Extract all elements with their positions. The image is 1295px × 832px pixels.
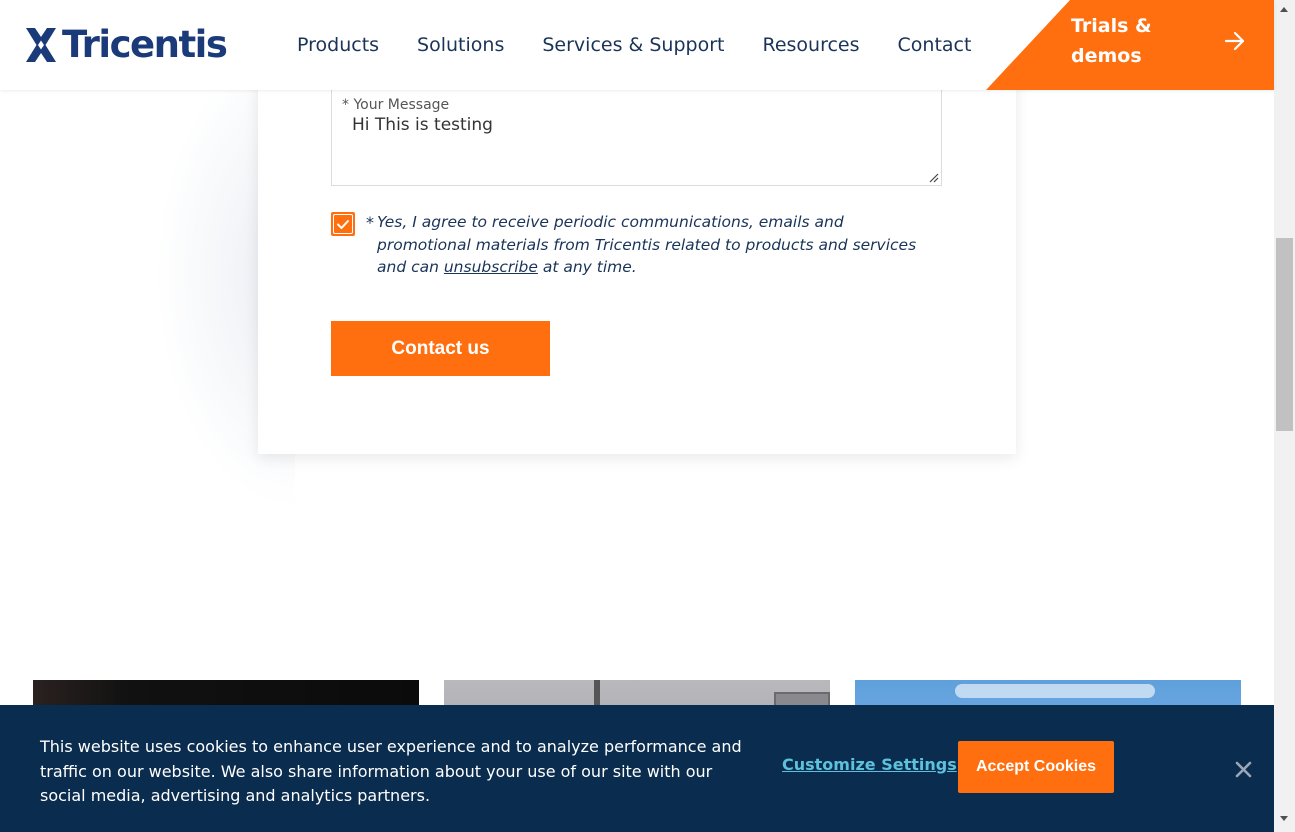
- resize-grip-icon[interactable]: [929, 173, 939, 183]
- logo-wordmark: Tricentis: [62, 23, 228, 66]
- message-label-text: Your Message: [353, 97, 450, 113]
- image-detail: [955, 684, 1155, 698]
- main-nav: Products Solutions Services & Support Re…: [297, 30, 1009, 60]
- cookie-banner: This website uses cookies to enhance use…: [0, 705, 1274, 832]
- consent-text-after: at any time.: [537, 258, 637, 276]
- nav-item-resources[interactable]: Resources: [762, 30, 859, 60]
- consent-text: Yes, I agree to receive periodic communi…: [377, 211, 937, 279]
- cookie-banner-text: This website uses cookies to enhance use…: [40, 737, 742, 805]
- consent-required-mark: *: [366, 213, 374, 232]
- nav-item-contact[interactable]: Contact: [898, 30, 972, 60]
- close-icon[interactable]: [1235, 761, 1252, 778]
- page-scrollbar[interactable]: [1274, 0, 1295, 832]
- trials-demos-label: Trials & demos: [1071, 15, 1152, 67]
- checkmark-icon: [337, 220, 349, 229]
- nav-item-products[interactable]: Products: [297, 30, 379, 60]
- tricentis-logo-mark-icon: [26, 28, 56, 62]
- tricentis-logo[interactable]: Tricentis: [24, 23, 228, 66]
- arrow-right-icon: [1224, 31, 1245, 51]
- contact-us-button[interactable]: Contact us: [331, 321, 550, 376]
- message-label: * Your Message: [342, 97, 449, 113]
- accept-cookies-button[interactable]: Accept Cookies: [958, 741, 1114, 793]
- customize-settings-link[interactable]: Customize Settings: [782, 755, 957, 774]
- nav-item-solutions[interactable]: Solutions: [417, 30, 504, 60]
- scrollbar-thumb[interactable]: [1276, 238, 1293, 431]
- scroll-down-arrow-icon[interactable]: [1280, 816, 1288, 821]
- trials-demos-button[interactable]: Trials & demos: [986, 0, 1274, 90]
- nav-item-services-support[interactable]: Services & Support: [542, 30, 724, 60]
- required-mark: *: [342, 97, 349, 113]
- scroll-up-arrow-icon[interactable]: [1280, 7, 1288, 12]
- unsubscribe-link[interactable]: unsubscribe: [444, 258, 538, 276]
- consent-checkbox[interactable]: [331, 212, 355, 236]
- site-header: Tricentis Products Solutions Services & …: [0, 0, 1274, 90]
- message-value[interactable]: Hi This is testing: [352, 115, 493, 135]
